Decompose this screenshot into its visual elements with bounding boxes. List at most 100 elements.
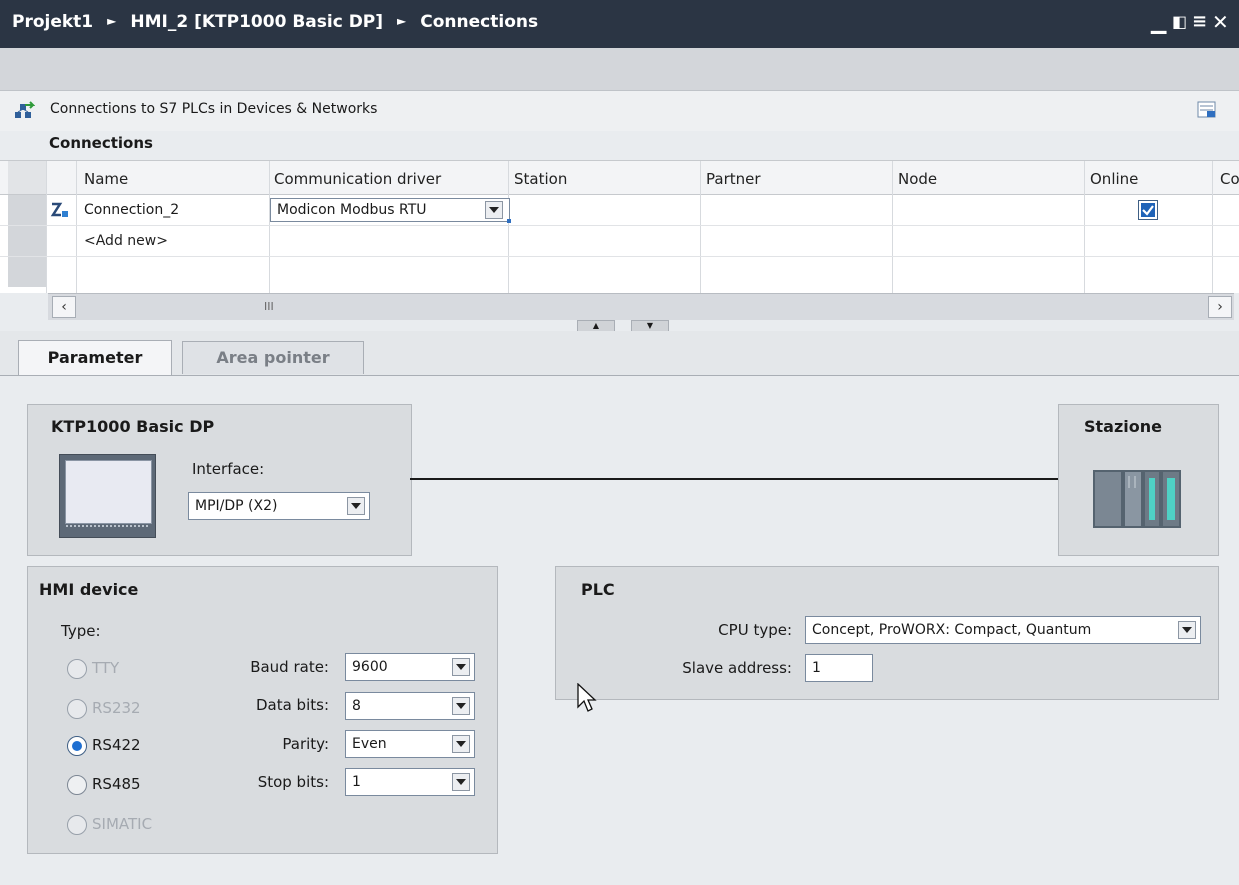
online-checkbox[interactable] — [1138, 200, 1158, 220]
tab-parameter[interactable]: Parameter — [18, 340, 172, 375]
breadcrumb-device[interactable]: HMI_2 [KTP1000 Basic DP] — [130, 12, 383, 32]
restore-icon[interactable]: ◧ — [1172, 12, 1187, 32]
table-row[interactable]: <Add new> — [0, 226, 1239, 257]
slave-address-value: 1 — [812, 660, 821, 676]
tab-area-pointer[interactable]: Area pointer — [182, 341, 364, 374]
hmi-device-card: KTP1000 Basic DP Interface: MPI/DP (X2) — [27, 404, 412, 556]
table-row[interactable] — [0, 257, 1239, 287]
connections-table: Name Communication driver Station Partne… — [0, 160, 1239, 293]
s7-connections-link[interactable]: Connections to S7 PLCs in Devices & Netw… — [50, 101, 377, 117]
device-title: KTP1000 Basic DP — [51, 417, 215, 436]
interface-label: Interface: — [192, 460, 265, 478]
table-row[interactable]: Connection_2 Modicon Modbus RTU — [0, 195, 1239, 226]
radio-rs485-label[interactable]: RS485 — [92, 775, 141, 793]
station-title: Stazione — [1084, 417, 1162, 436]
network-connections-icon[interactable] — [13, 101, 35, 121]
column-header-driver[interactable]: Communication driver — [274, 170, 441, 188]
horizontal-scrollbar[interactable]: ‹ III › — [48, 293, 1234, 320]
slave-address-input[interactable]: 1 — [805, 654, 873, 682]
interface-select[interactable]: MPI/DP (X2) — [188, 492, 370, 520]
radio-tty — [67, 659, 87, 679]
chevron-down-icon[interactable] — [485, 201, 503, 219]
chevron-down-icon[interactable] — [452, 735, 470, 753]
breadcrumb-connections[interactable]: Connections — [420, 12, 538, 32]
column-header-online[interactable]: Online — [1090, 170, 1138, 188]
column-header-partner[interactable]: Partner — [706, 170, 761, 188]
radio-simatic — [67, 815, 87, 835]
cpu-type-label: CPU type: — [718, 621, 792, 639]
radio-rs422[interactable] — [67, 736, 87, 756]
baud-rate-select[interactable]: 9600 — [345, 653, 475, 681]
checkmark-icon — [1142, 205, 1154, 216]
row-selector[interactable] — [8, 226, 46, 256]
chevron-down-icon[interactable] — [452, 697, 470, 715]
radio-rs232 — [67, 699, 87, 719]
data-bits-value: 8 — [352, 698, 361, 714]
title-bar: Projekt1 ► HMI_2 [KTP1000 Basic DP] ► Connec… — [0, 0, 1239, 48]
row-selector[interactable] — [8, 257, 46, 287]
baud-rate-value: 9600 — [352, 659, 388, 675]
header-corner — [8, 161, 46, 194]
communication-driver-value: Modicon Modbus RTU — [277, 202, 427, 218]
chevron-down-icon[interactable] — [1178, 621, 1196, 639]
cpu-type-select[interactable]: Concept, ProWORX: Compact, Quantum — [805, 616, 1201, 644]
stop-bits-select[interactable]: 1 — [345, 768, 475, 796]
radio-rs485[interactable] — [67, 775, 87, 795]
hmi-panel-image — [59, 454, 156, 538]
parity-select[interactable]: Even — [345, 730, 475, 758]
toolbar — [0, 48, 1239, 91]
stop-bits-value: 1 — [352, 774, 361, 790]
maximize-icon[interactable]: ≡ — [1192, 12, 1207, 32]
chevron-down-icon[interactable] — [452, 658, 470, 676]
parity-value: Even — [352, 736, 387, 752]
tab-strip: Parameter Area pointer — [0, 331, 1239, 376]
connection-icon — [50, 202, 68, 217]
cpu-type-value: Concept, ProWORX: Compact, Quantum — [812, 622, 1092, 638]
row-selector[interactable] — [8, 195, 46, 225]
hmi-settings-panel: HMI device Type: TTY RS232 RS422 RS485 S… — [27, 566, 498, 854]
minimize-icon[interactable]: ▁ — [1151, 12, 1166, 32]
hmi-settings-title: HMI device — [39, 580, 139, 599]
column-header-name[interactable]: Name — [84, 170, 128, 188]
radio-simatic-label: SIMATIC — [92, 815, 153, 833]
column-header-node[interactable]: Node — [898, 170, 937, 188]
data-bits-label: Data bits: — [255, 696, 329, 714]
parity-label: Parity: — [282, 735, 329, 753]
hmi-keys — [66, 525, 148, 531]
column-header-station[interactable]: Station — [514, 170, 567, 188]
mouse-cursor-icon — [577, 683, 597, 712]
stop-bits-label: Stop bits: — [257, 773, 329, 791]
scroll-right-icon[interactable]: › — [1208, 296, 1232, 318]
close-icon[interactable]: ✕ — [1212, 12, 1229, 32]
table-header: Name Communication driver Station Partne… — [0, 161, 1239, 195]
chevron-down-icon[interactable] — [452, 773, 470, 791]
resize-handle[interactable] — [507, 219, 511, 223]
connections-title: Connections — [49, 134, 153, 152]
radio-tty-label: TTY — [92, 659, 120, 677]
communication-driver-select[interactable]: Modicon Modbus RTU — [270, 198, 511, 223]
plc-settings-panel: PLC CPU type: Concept, ProWORX: Compact,… — [555, 566, 1219, 700]
connection-line — [410, 478, 1058, 480]
hmi-screen — [65, 460, 152, 524]
baud-rate-label: Baud rate: — [250, 658, 329, 676]
breadcrumb-separator-icon: ► — [107, 14, 117, 28]
plc-title: PLC — [581, 580, 615, 599]
type-label: Type: — [61, 622, 101, 640]
chevron-down-icon[interactable] — [347, 497, 365, 515]
radio-rs422-label[interactable]: RS422 — [92, 736, 141, 754]
column-header-co[interactable]: Co — [1220, 170, 1239, 188]
scroll-left-icon[interactable]: ‹ — [52, 296, 76, 318]
breadcrumb: Projekt1 ► HMI_2 [KTP1000 Basic DP] ► Connec… — [12, 12, 538, 32]
slave-address-label: Slave address: — [682, 659, 792, 677]
radio-rs232-label: RS232 — [92, 699, 141, 717]
data-bits-select[interactable]: 8 — [345, 692, 475, 720]
scroll-thumb-grip[interactable]: III — [264, 300, 274, 313]
panel-options-icon[interactable] — [1197, 101, 1217, 119]
plc-station-icon — [1093, 470, 1181, 528]
add-new-row[interactable]: <Add new> — [84, 233, 168, 249]
connection-name[interactable]: Connection_2 — [84, 202, 179, 218]
station-card: Stazione — [1058, 404, 1219, 556]
breadcrumb-project[interactable]: Projekt1 — [12, 12, 93, 32]
breadcrumb-separator-icon: ► — [397, 14, 407, 28]
interface-value: MPI/DP (X2) — [195, 498, 278, 514]
